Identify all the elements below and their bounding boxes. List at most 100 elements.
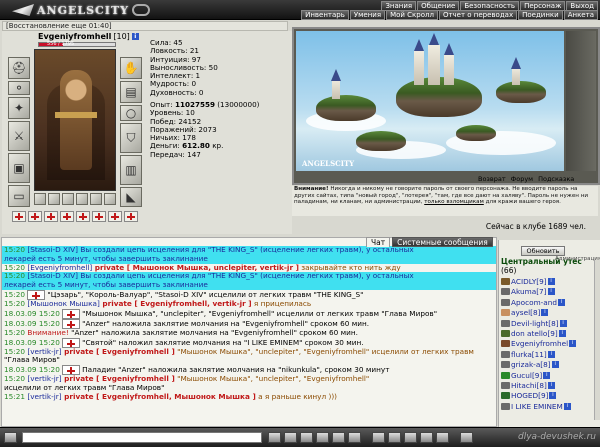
- tab-chat[interactable]: Чат: [366, 237, 391, 247]
- heal-scroll-8[interactable]: [124, 211, 138, 222]
- hackers-link[interactable]: только взломщикам: [424, 199, 484, 205]
- chat-author[interactable]: [Мышонок Мышка]: [27, 300, 99, 308]
- settings-icon[interactable]: [404, 432, 417, 443]
- user-name[interactable]: Devil-light[8]: [511, 319, 559, 328]
- smile-icon[interactable]: [4, 432, 17, 443]
- character-name[interactable]: Evgeniyfromhell [10] i: [38, 32, 139, 41]
- chat-time[interactable]: 15:20: [4, 272, 25, 280]
- info-icon[interactable]: i: [551, 361, 559, 369]
- chat-log[interactable]: 15:20 [Stasoi-D XIV] Вы создали цепь исц…: [1, 237, 497, 427]
- private-recipients[interactable]: private [ Мышонок Мышка, unclepiter, ver…: [92, 264, 299, 272]
- user-row[interactable]: Akuma[7] i: [501, 287, 555, 296]
- exit-icon[interactable]: [460, 432, 473, 443]
- refresh-button[interactable]: Обновить: [521, 246, 565, 256]
- menu-item-bottom-3[interactable]: Отчет о переводах: [438, 10, 518, 20]
- menu-item-bottom-5[interactable]: Анкета: [563, 10, 598, 20]
- chat-input[interactable]: [22, 432, 262, 443]
- armor-slot[interactable]: ▣: [8, 153, 30, 183]
- send-icon[interactable]: [268, 432, 281, 443]
- chat-author[interactable]: [Stasoi-D XIV]: [27, 246, 78, 254]
- mail-icon[interactable]: [420, 432, 433, 443]
- help-icon[interactable]: [436, 432, 449, 443]
- heal-scroll-6[interactable]: [92, 211, 106, 222]
- weapon-slot[interactable]: ⚔: [8, 121, 30, 151]
- info-icon[interactable]: i: [569, 340, 577, 348]
- forum-link[interactable]: Форум: [511, 175, 533, 183]
- menu-item-bottom-2[interactable]: Мой Скролл: [386, 10, 438, 20]
- filter-icon[interactable]: [300, 432, 313, 443]
- clear-icon[interactable]: [284, 432, 297, 443]
- chat-author[interactable]: [Evgeniyfromhell]: [27, 264, 92, 272]
- info-icon[interactable]: i: [547, 350, 555, 358]
- private-recipients[interactable]: private [ Evgeniyfromhell ]: [62, 348, 175, 356]
- scroll-icon[interactable]: [388, 432, 401, 443]
- user-row[interactable]: flurka[11] i: [501, 350, 555, 359]
- amulet-slot[interactable]: ✦: [8, 97, 30, 119]
- chat-time[interactable]: 18.03.09 15:20: [4, 319, 60, 328]
- info-icon[interactable]: i: [558, 330, 566, 337]
- user-row[interactable]: aysel[8] i: [501, 308, 549, 317]
- earring-slot[interactable]: ⚬: [8, 81, 30, 95]
- heal-scroll-5[interactable]: [76, 211, 90, 222]
- return-link[interactable]: Возврат: [478, 175, 506, 183]
- chat-time[interactable]: 15:20: [4, 348, 25, 356]
- boots-slot[interactable]: ◣: [120, 187, 142, 207]
- helmet-slot[interactable]: ⛑: [8, 57, 30, 79]
- info-icon[interactable]: i: [547, 288, 555, 296]
- user-name[interactable]: Apocom-and: [511, 298, 557, 307]
- menu-item-bottom-0[interactable]: Инвентарь: [301, 10, 349, 20]
- chat-author[interactable]: [vertik-jr]: [27, 375, 61, 383]
- ring-slot-6[interactable]: [90, 193, 102, 205]
- ring-slot-4[interactable]: [62, 193, 74, 205]
- translit-icon[interactable]: [332, 432, 345, 443]
- chat-time[interactable]: 15:21: [4, 393, 25, 401]
- heal-scroll-7[interactable]: [108, 211, 122, 222]
- user-name[interactable]: aysel[8]: [511, 308, 540, 317]
- info-icon[interactable]: i: [558, 298, 566, 306]
- info-icon[interactable]: i: [547, 278, 555, 285]
- user-row[interactable]: Evgeniyfromhel i: [501, 339, 577, 348]
- heal-scroll-2[interactable]: [28, 211, 42, 222]
- tab-system-messages[interactable]: Системные сообщения: [392, 237, 493, 247]
- sound-icon[interactable]: [348, 432, 361, 443]
- ring-slot-7[interactable]: [104, 193, 116, 205]
- chat-time[interactable]: 18.03.09 15:20: [4, 309, 60, 318]
- location-picture[interactable]: ANGELSCITY: [296, 31, 564, 171]
- belt-slot[interactable]: ▭: [8, 185, 30, 207]
- hint-link[interactable]: Подсказка: [538, 175, 574, 183]
- private-recipients[interactable]: private [ Evgeniyfromhell ]: [62, 375, 175, 383]
- private-recipients[interactable]: private [ Evgeniyfromhell, vertik-jr ]: [100, 300, 251, 308]
- user-name[interactable]: Akuma[7]: [511, 287, 547, 296]
- info-icon[interactable]: i: [549, 392, 557, 400]
- user-name[interactable]: HOGED[9]: [511, 391, 548, 400]
- info-icon[interactable]: i: [543, 371, 551, 379]
- user-name[interactable]: Evgeniyfromhel: [511, 339, 568, 348]
- heal-scroll-1[interactable]: [12, 211, 26, 222]
- user-name[interactable]: Hitachi[8]: [511, 381, 547, 390]
- menu-item-bottom-1[interactable]: Умения: [349, 10, 386, 20]
- heal-scroll-3[interactable]: [44, 211, 58, 222]
- user-name[interactable]: Gucul[9]: [511, 371, 542, 380]
- user-row[interactable]: don atello[9] i: [501, 329, 566, 338]
- chat-time[interactable]: 15:20: [4, 329, 25, 337]
- chat-time[interactable]: 15:20: [4, 290, 25, 299]
- shield-slot[interactable]: ⛉: [120, 123, 142, 153]
- chat-time[interactable]: 18.03.09 15:20: [4, 365, 60, 374]
- user-name[interactable]: flurka[11]: [511, 350, 547, 359]
- user-row[interactable]: HOGED[9] i: [501, 391, 557, 400]
- user-list-scrollbar[interactable]: [594, 260, 600, 420]
- info-icon[interactable]: i: [131, 33, 139, 40]
- chat-author[interactable]: [vertik-jr]: [27, 393, 61, 401]
- menu-item-bottom-4[interactable]: Поединки: [518, 10, 563, 20]
- chat-author[interactable]: [vertik-jr]: [27, 348, 61, 356]
- user-row[interactable]: Hitachi[8] i: [501, 381, 555, 390]
- ring-slot-3[interactable]: [48, 193, 60, 205]
- info-icon[interactable]: i: [541, 309, 549, 317]
- user-name[interactable]: ACIDLY[9]: [511, 277, 547, 286]
- chat-time[interactable]: 18.03.09 15:20: [4, 338, 60, 347]
- user-name[interactable]: grizak-a[8]: [511, 360, 551, 369]
- user-name[interactable]: I LIKE EMINEM: [511, 402, 563, 411]
- heal-scroll-4[interactable]: [60, 211, 74, 222]
- ring-slot-1[interactable]: ○: [120, 105, 142, 121]
- chat-time[interactable]: 15:20: [4, 246, 25, 254]
